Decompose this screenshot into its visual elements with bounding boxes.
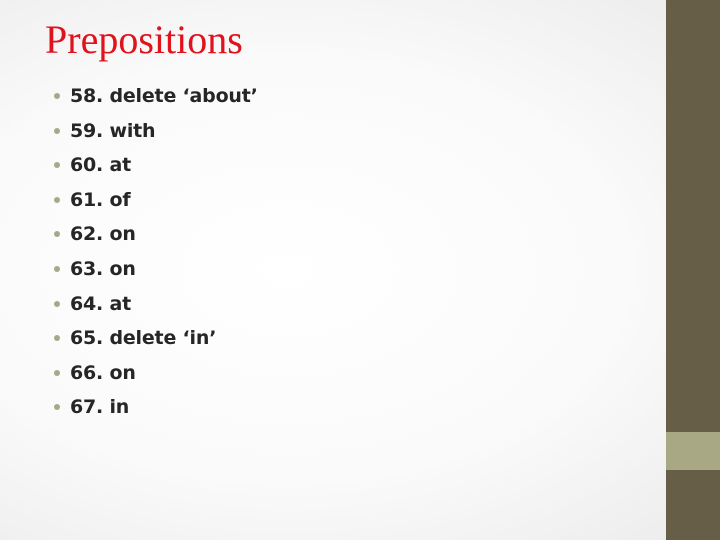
list-item: 67. in bbox=[48, 395, 258, 430]
list-item: 65. delete ‘in’ bbox=[48, 326, 258, 361]
sidebar-accent-block bbox=[666, 432, 720, 470]
list-item: 62. on bbox=[48, 222, 258, 257]
list-item-text: 62. on bbox=[70, 223, 136, 246]
list-item-text: 58. delete ‘about’ bbox=[70, 85, 258, 107]
bullet-icon bbox=[54, 231, 60, 238]
list-item-text: 59. with bbox=[70, 119, 156, 142]
slide: Prepositions 58. delete ‘about’ 59. with… bbox=[0, 0, 666, 540]
bullet-icon bbox=[54, 369, 60, 376]
answer-list: 58. delete ‘about’ 59. with 60. at 61. o… bbox=[48, 84, 258, 430]
list-item: 64. at bbox=[48, 292, 258, 327]
list-item-text: 65. delete ‘in’ bbox=[70, 327, 217, 350]
list-item: 63. on bbox=[48, 257, 258, 292]
list-item: 61. of bbox=[48, 188, 258, 223]
bullet-icon bbox=[54, 335, 60, 342]
slide-title: Prepositions bbox=[45, 17, 243, 62]
decorative-sidebar bbox=[666, 0, 720, 540]
bullet-icon bbox=[54, 404, 60, 411]
list-item-text: 66. on bbox=[70, 361, 136, 384]
list-item: 59. with bbox=[48, 119, 258, 154]
bullet-icon bbox=[54, 93, 60, 99]
bullet-icon bbox=[54, 265, 60, 272]
list-item-text: 61. of bbox=[70, 188, 131, 211]
list-item-text: 64. at bbox=[70, 292, 131, 315]
list-item: 60. at bbox=[48, 153, 258, 188]
list-item: 58. delete ‘about’ bbox=[48, 84, 258, 119]
bullet-icon bbox=[54, 196, 60, 203]
list-item-text: 60. at bbox=[70, 154, 131, 177]
bullet-icon bbox=[54, 162, 60, 169]
bullet-icon bbox=[54, 127, 60, 134]
list-item-text: 67. in bbox=[70, 396, 130, 419]
bullet-icon bbox=[54, 300, 60, 307]
list-item-text: 63. on bbox=[70, 257, 136, 280]
list-item: 66. on bbox=[48, 361, 258, 396]
